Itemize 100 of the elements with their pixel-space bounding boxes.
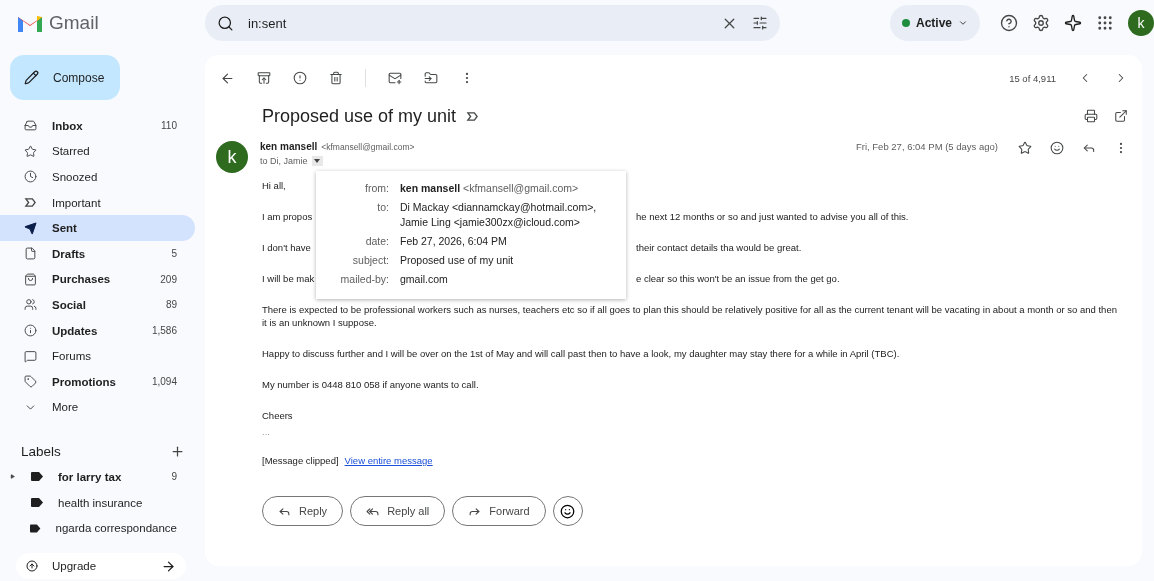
emoji-icon	[1050, 141, 1064, 155]
reply-icon-button[interactable]	[1082, 141, 1096, 155]
print-button[interactable]	[1084, 109, 1098, 123]
label-item[interactable]: ngarda correspondance	[0, 515, 195, 541]
archive-button[interactable]	[257, 71, 271, 85]
send-icon	[24, 221, 37, 235]
info-icon	[24, 324, 37, 338]
sidebar-item[interactable]: Inbox 110	[0, 113, 195, 139]
label-icon	[31, 498, 43, 507]
sender-email: <kfmansell@gmail.com>	[321, 141, 415, 152]
sidebar-item[interactable]: Drafts 5	[0, 240, 195, 267]
detail-label: date:	[364, 234, 389, 249]
apps-button[interactable]	[1096, 14, 1114, 32]
filter-icon	[752, 15, 768, 31]
search-icon	[217, 14, 234, 32]
delete-button[interactable]	[329, 71, 343, 85]
expand-arrow-icon[interactable]	[10, 474, 15, 480]
filter-button[interactable]	[752, 15, 768, 31]
pencil-icon	[24, 70, 39, 85]
sidebar-item[interactable]: Starred	[0, 138, 195, 165]
people-icon	[24, 298, 37, 312]
labels-heading: Labels	[21, 443, 61, 459]
message-text: he next 12 months or so and just wanted to advise you all of this.	[636, 210, 909, 223]
report-button[interactable]	[293, 71, 307, 85]
bag-icon	[24, 272, 37, 286]
detail-value: ken mansell <kfmansell@gmail.com>	[400, 181, 580, 196]
message-text: I am propos	[262, 211, 313, 222]
label-item[interactable]: health insurance	[0, 489, 195, 516]
delete-icon	[329, 71, 343, 85]
message-text: their contact details tha would be great.	[636, 241, 802, 254]
sidebar-item[interactable]: Purchases 209	[0, 266, 195, 293]
sidebar-item[interactable]: Sent	[0, 215, 195, 241]
sender-avatar: k	[216, 141, 248, 173]
add-label-button[interactable]	[170, 443, 185, 459]
back-button[interactable]	[220, 70, 235, 86]
sidebar-item[interactable]: Social 89	[0, 292, 195, 318]
important-icon	[466, 109, 480, 123]
mark-unread-icon	[388, 71, 402, 85]
app-name: Gmail	[49, 12, 99, 34]
reply-button[interactable]: Reply	[262, 496, 344, 526]
move-icon	[424, 71, 438, 85]
reply-icon-icon	[1082, 141, 1096, 155]
message-subject: Proposed use of my unit	[262, 105, 457, 127]
label-item[interactable]: for larry tax 9	[0, 464, 195, 490]
forward-button[interactable]: Forward	[452, 496, 546, 526]
sparkle-icon	[1064, 14, 1082, 32]
sidebar-item[interactable]: Forums	[0, 343, 195, 369]
sender-name: ken mansell	[260, 141, 318, 152]
star-icon	[1018, 141, 1032, 155]
detail-value: Di Mackay <diannamckay@hotmail.com>,	[400, 200, 598, 215]
view-message-link[interactable]: View entire message	[344, 455, 433, 466]
details-dropdown[interactable]	[311, 156, 323, 166]
file-icon	[24, 247, 37, 261]
plus-icon	[170, 443, 185, 459]
message-text: Happy to discuss further and I will be over on the 1st of May and will call past then to have a look, my daughter may stay there for a while in April (TBC).	[262, 347, 901, 360]
move-button[interactable]	[424, 71, 438, 85]
apps-icon	[1096, 14, 1114, 32]
open-window-button[interactable]	[1114, 109, 1128, 123]
message-position: 15 of 4,911	[1009, 72, 1056, 84]
emoji-button[interactable]	[552, 496, 583, 526]
mark-unread-button[interactable]	[388, 71, 402, 85]
sparkle-button[interactable]	[1064, 14, 1082, 32]
report-icon	[293, 71, 307, 85]
clipped-notice: [Message clipped]	[262, 455, 339, 466]
compose-button[interactable]: Compose	[10, 55, 120, 100]
message-text: I will be mak	[262, 273, 315, 284]
help-button[interactable]	[1000, 14, 1018, 32]
detail-value: Proposed use of my unit	[400, 253, 515, 268]
sidebar-item[interactable]: Promotions 1,094	[0, 368, 195, 395]
detail-value: Feb 27, 2026, 6:04 PM	[400, 234, 508, 249]
sidebar-item[interactable]: Important	[0, 189, 195, 216]
settings-icon	[1032, 14, 1050, 32]
open-window-icon	[1114, 109, 1128, 123]
label-icon	[31, 472, 43, 482]
detail-value: gmail.com	[400, 272, 449, 287]
search-field[interactable]: in:sent	[205, 5, 780, 41]
upgrade-icon	[26, 560, 38, 572]
message-date: Fri, Feb 27, 6:04 PM (5 days ago)	[855, 141, 998, 154]
recipients: to Di, Jamie	[260, 156, 308, 166]
reply-all-button[interactable]: Reply all	[350, 496, 446, 526]
archive-icon	[257, 71, 271, 85]
label-icon	[30, 523, 41, 533]
message-text: There is expected to be professional workers such as nurses, teachers etc so if all goes to plan this should be relatively positive for all as the current tenant will be vacating in about a month or so and then it is an unknown I suppose.	[262, 303, 1118, 329]
smiley-icon	[560, 503, 576, 519]
detail-label: mailed-by:	[339, 272, 389, 287]
message-text: e clear so this won't be an issue from the get go.	[636, 272, 840, 285]
settings-button[interactable]	[1032, 14, 1050, 32]
message-text: My number is 0448 810 058 if anyone wants to call.	[262, 378, 480, 391]
status-chip[interactable]: Active	[889, 5, 980, 41]
sidebar-item[interactable]: Updates 1,586	[0, 317, 195, 344]
arrow-right-icon	[161, 558, 176, 574]
chat-icon	[24, 349, 37, 363]
message-text: I don't have	[262, 242, 311, 253]
sidebar-item[interactable]: More	[0, 394, 195, 421]
upgrade-button[interactable]: Upgrade	[16, 553, 186, 579]
emoji-button[interactable]	[1050, 141, 1064, 155]
star-button[interactable]	[1018, 141, 1032, 155]
tag-icon	[24, 375, 37, 389]
sidebar-item[interactable]: Snoozed	[0, 164, 195, 190]
account-avatar[interactable]: k	[1128, 10, 1154, 36]
